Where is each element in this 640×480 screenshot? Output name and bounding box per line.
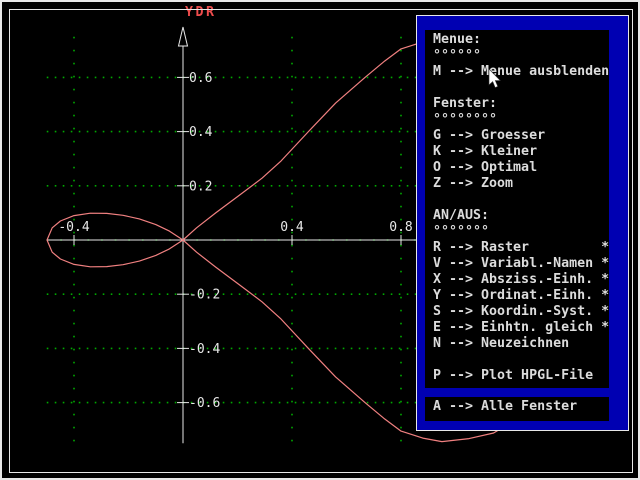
application-screen: -0.4 0.4 0.8 0.6 0.4 0.2 -0.2 -0.4 -0.6 YDR Menu… xyxy=(0,0,640,480)
menu-item-variabl-namen[interactable]: V --> Variabl.-Namen * xyxy=(433,256,609,272)
svg-text:0.2: 0.2 xyxy=(189,179,212,194)
menu-section-menue: Menue: xyxy=(433,32,609,48)
menu-item-optimal[interactable]: O --> Optimal xyxy=(433,160,609,176)
menu-blank-row xyxy=(433,80,609,96)
svg-text:0.4: 0.4 xyxy=(189,125,213,140)
mouse-cursor-icon xyxy=(488,69,502,90)
menu-list: Menue:°°°°°°M --> Menue ausblenden Fenste… xyxy=(433,32,609,384)
menu-panel: Menue:°°°°°°M --> Menue ausblenden Fenste… xyxy=(416,15,629,431)
menu-underline-fenster: °°°°°°°° xyxy=(433,112,609,128)
plot-tick-labels: -0.4 0.4 0.8 0.6 0.4 0.2 -0.2 -0.4 -0.6 xyxy=(58,71,412,411)
menu-blank-row xyxy=(433,352,609,368)
menu-section-fenster: Fenster: xyxy=(433,96,609,112)
menu-item-ordinat-einh[interactable]: Y --> Ordinat.-Einh. * xyxy=(433,288,609,304)
menu-section-an-aus: AN/AUS: xyxy=(433,208,609,224)
plot-variable-label: YDR xyxy=(185,5,217,20)
menu-item-alle-fenster[interactable]: A --> Alle Fenster xyxy=(433,399,577,415)
svg-text:0.4: 0.4 xyxy=(280,220,304,235)
menu-item-groesser[interactable]: G --> Groesser xyxy=(433,128,609,144)
svg-text:0.8: 0.8 xyxy=(389,220,412,235)
svg-text:0.6: 0.6 xyxy=(189,71,212,86)
menu-main-box: Menue:°°°°°°M --> Menue ausblenden Fenste… xyxy=(425,30,609,388)
menu-underline-menue: °°°°°° xyxy=(433,48,609,64)
menu-item-zoom[interactable]: Z --> Zoom xyxy=(433,176,609,192)
svg-text:-0.2: -0.2 xyxy=(189,288,220,303)
menu-item-einhtn-gleich[interactable]: E --> Einhtn. gleich * xyxy=(433,320,609,336)
svg-text:-0.4: -0.4 xyxy=(189,342,220,357)
menu-item-plot-hpgl-file[interactable]: P --> Plot HPGL-File xyxy=(433,368,609,384)
menu-item-neuzeichnen[interactable]: N --> Neuzeichnen xyxy=(433,336,609,352)
menu-blank-row xyxy=(433,192,609,208)
menu-item-koordin-syst[interactable]: S --> Koordin.-Syst. * xyxy=(433,304,609,320)
menu-item-raster[interactable]: R --> Raster * xyxy=(433,240,609,256)
menu-item-kleiner[interactable]: K --> Kleiner xyxy=(433,144,609,160)
menu-item-absziss-einh[interactable]: X --> Absziss.-Einh. * xyxy=(433,272,609,288)
svg-text:-0.4: -0.4 xyxy=(58,220,89,235)
menu-footer-box: A --> Alle Fenster xyxy=(425,397,609,421)
svg-text:-0.6: -0.6 xyxy=(189,396,220,411)
menu-item-menue-ausblenden[interactable]: M --> Menue ausblenden xyxy=(433,64,609,80)
menu-underline-an-aus: °°°°°°° xyxy=(433,224,609,240)
